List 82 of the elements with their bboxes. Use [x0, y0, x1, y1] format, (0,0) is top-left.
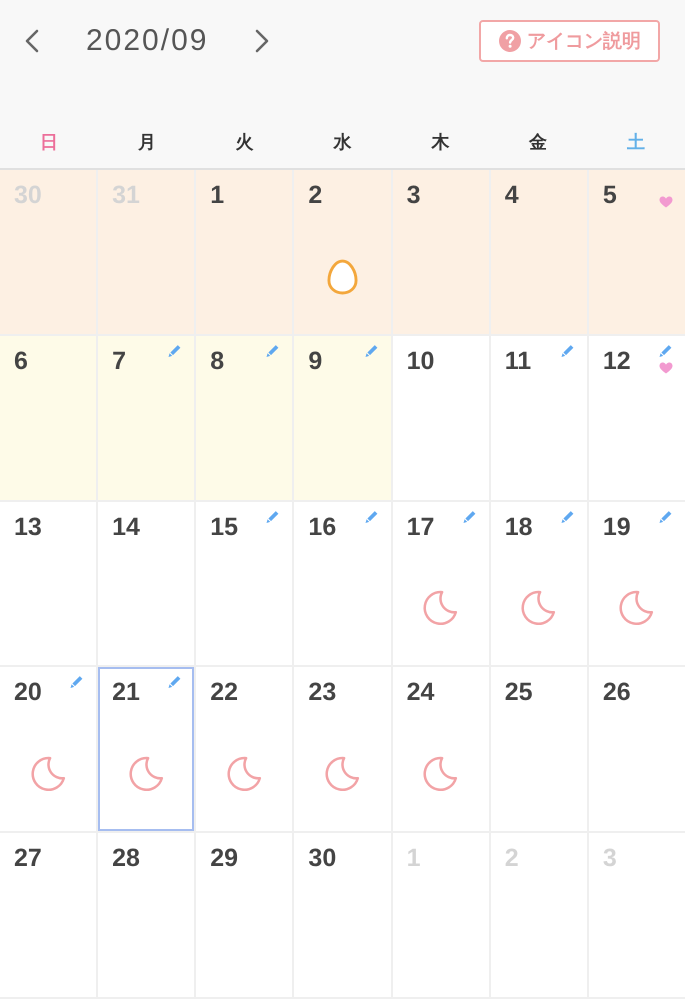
- day-number: 10: [406, 348, 434, 374]
- weekday-label: 火: [236, 133, 254, 151]
- day-cell[interactable]: 24: [392, 667, 489, 832]
- day-number: 3: [406, 183, 420, 208]
- crescent-moon-icon: [30, 756, 67, 793]
- weekday-label: 水: [333, 133, 352, 151]
- day-number: 26: [602, 680, 631, 706]
- day-number: 23: [308, 680, 336, 706]
- day-number: 15: [210, 514, 238, 540]
- day-cell[interactable]: 6: [0, 336, 96, 500]
- day-cell[interactable]: 26: [588, 667, 685, 832]
- day-number: 18: [504, 514, 533, 540]
- day-number: 20: [14, 680, 42, 706]
- day-cell[interactable]: 21: [98, 667, 194, 832]
- day-cell[interactable]: 3: [392, 170, 489, 334]
- day-number: 6: [14, 348, 28, 374]
- day-number: 1: [210, 183, 224, 208]
- day-cell[interactable]: 10: [392, 336, 489, 500]
- day-cell[interactable]: 5: [588, 170, 685, 334]
- crescent-moon-icon: [324, 756, 361, 793]
- crescent-moon-icon: [226, 756, 263, 793]
- previous-month-button[interactable]: [24, 29, 40, 53]
- day-cell[interactable]: 29: [196, 833, 292, 997]
- day-number: 2: [308, 183, 322, 208]
- day-number: 14: [112, 514, 140, 540]
- day-number: 27: [14, 846, 42, 872]
- day-cell[interactable]: 12: [588, 336, 685, 500]
- egg-icon: [326, 259, 358, 295]
- crescent-moon-icon: [128, 756, 165, 793]
- chevron-left-icon: [24, 29, 40, 53]
- day-number: 28: [112, 846, 140, 872]
- day-cell[interactable]: 27: [0, 833, 96, 997]
- weekday-label: 日: [40, 133, 58, 151]
- day-number: 21: [112, 680, 140, 706]
- day-cell[interactable]: 4: [490, 170, 587, 334]
- day-number: 24: [406, 680, 434, 706]
- day-number: 11: [504, 348, 532, 374]
- day-number: 29: [210, 846, 238, 872]
- month-title: 2020/09: [86, 26, 208, 56]
- day-cell[interactable]: 13: [0, 502, 96, 666]
- weekday-label: 木: [431, 133, 450, 151]
- day-cell[interactable]: 28: [98, 833, 194, 997]
- day-number: 22: [210, 680, 238, 706]
- day-number: 19: [602, 514, 631, 540]
- next-month-button[interactable]: [254, 29, 270, 53]
- day-cell[interactable]: 1: [196, 170, 292, 334]
- chevron-right-icon: [254, 29, 270, 53]
- crescent-moon-icon: [618, 590, 656, 628]
- day-cell[interactable]: 14: [98, 502, 194, 666]
- day-number: 13: [14, 514, 42, 540]
- day-number: 7: [112, 348, 126, 374]
- day-cell[interactable]: 20: [0, 667, 96, 832]
- day-cell[interactable]: 18: [490, 502, 587, 666]
- day-cell[interactable]: 2: [294, 170, 391, 334]
- day-cell[interactable]: 17: [392, 502, 489, 666]
- day-cell[interactable]: 16: [294, 502, 391, 666]
- day-number: 5: [602, 183, 617, 208]
- day-cell[interactable]: 19: [588, 502, 685, 666]
- day-number: 30: [308, 846, 336, 872]
- weekday-label: 月: [138, 133, 156, 151]
- day-cell[interactable]: 30: [294, 833, 391, 997]
- crescent-moon-icon: [422, 590, 460, 628]
- question-circle-icon: [499, 30, 521, 52]
- day-cell[interactable]: 11: [490, 336, 587, 500]
- day-cell[interactable]: 22: [196, 667, 292, 832]
- day-number: 25: [504, 680, 533, 706]
- day-number: 16: [308, 514, 336, 540]
- day-number: 17: [406, 514, 434, 540]
- day-number: 12: [602, 348, 631, 374]
- day-number: 8: [210, 348, 224, 374]
- weekday-label: 金: [529, 133, 548, 151]
- day-cell[interactable]: 23: [294, 667, 391, 832]
- weekday-label: 土: [627, 133, 646, 151]
- crescent-moon-icon: [520, 590, 558, 628]
- crescent-moon-icon: [422, 756, 460, 793]
- day-cell[interactable]: 25: [490, 667, 587, 832]
- day-cell[interactable]: 15: [196, 502, 292, 666]
- day-cell[interactable]: 7: [98, 336, 194, 500]
- day-cell[interactable]: 8: [196, 336, 292, 500]
- day-number: 9: [308, 348, 322, 374]
- day-cell[interactable]: 9: [294, 336, 391, 500]
- day-number: 4: [504, 183, 519, 208]
